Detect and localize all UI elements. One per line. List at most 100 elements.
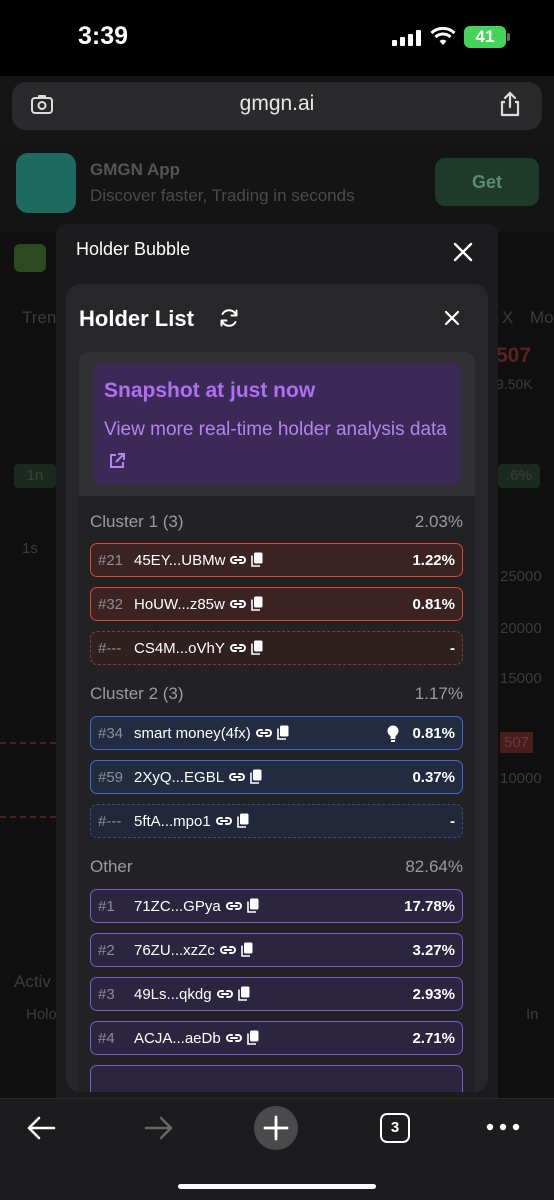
holder-address[interactable]: 49Ls...qkdg bbox=[134, 986, 250, 1003]
holder-percent: 0.37% bbox=[412, 769, 455, 786]
bg-volume: 9.50K bbox=[496, 376, 533, 392]
holder-percent: 0.81% bbox=[412, 596, 455, 613]
bg-interval-1s: 1s bbox=[22, 540, 38, 557]
bg-tab-trend: Tren bbox=[22, 308, 57, 327]
snapshot-card[interactable]: Snapshot at just now View more real-time… bbox=[93, 363, 461, 485]
link-icon[interactable] bbox=[215, 814, 232, 828]
holder-address-text[interactable]: 5ftA...mpo1 bbox=[134, 813, 211, 830]
link-icon[interactable] bbox=[225, 899, 242, 913]
link-icon[interactable] bbox=[225, 1031, 242, 1045]
tabs-button[interactable]: 3 bbox=[380, 1113, 410, 1143]
copy-icon[interactable] bbox=[251, 552, 263, 567]
cluster-name: Other bbox=[90, 857, 133, 876]
more-icon[interactable] bbox=[486, 1123, 520, 1131]
link-icon[interactable] bbox=[229, 641, 246, 655]
holder-row[interactable]: #21 45EY...UBMw 1.22% bbox=[90, 543, 463, 577]
holder-address-text[interactable]: smart money(4fx) bbox=[134, 725, 251, 742]
cluster-header: Cluster 2 (3) 1.17% bbox=[90, 684, 463, 708]
external-link-icon[interactable] bbox=[108, 452, 126, 470]
cluster-percent: 2.03% bbox=[414, 512, 463, 531]
copy-icon[interactable] bbox=[246, 898, 259, 913]
holder-rank: #1 bbox=[98, 898, 115, 915]
forward-icon[interactable] bbox=[144, 1115, 174, 1141]
cellular-signal-icon bbox=[392, 30, 422, 46]
cluster-header: Other 82.64% bbox=[90, 857, 463, 881]
link-icon[interactable] bbox=[219, 943, 236, 957]
holder-address[interactable]: HoUW...z85w bbox=[134, 596, 263, 613]
snapshot-link[interactable]: View more real-time holder analysis data bbox=[104, 413, 454, 479]
copy-icon[interactable] bbox=[241, 942, 253, 957]
close-icon[interactable] bbox=[452, 241, 474, 263]
holder-address[interactable]: CS4M...oVhY bbox=[134, 640, 263, 657]
close-icon[interactable] bbox=[443, 309, 461, 327]
holder-address[interactable]: 76ZU...xzZc bbox=[134, 942, 253, 959]
refresh-icon[interactable] bbox=[218, 307, 240, 329]
holder-address[interactable]: 45EY...UBMw bbox=[134, 552, 263, 569]
link-icon[interactable] bbox=[229, 770, 245, 784]
copy-icon[interactable] bbox=[246, 1030, 259, 1045]
holder-row[interactable]: #1 71ZC...GPya 17.78% bbox=[90, 889, 463, 923]
holder-address[interactable]: smart money(4fx) bbox=[134, 725, 289, 742]
bg-activity: Activ bbox=[14, 972, 51, 991]
holder-row[interactable]: #4 ACJA...aeDb 2.71% bbox=[90, 1021, 463, 1055]
holder-row[interactable]: #--- 5ftA...mpo1 - bbox=[90, 804, 463, 838]
bg-price: 507 bbox=[496, 344, 532, 367]
holder-address[interactable]: 5ftA...mpo1 bbox=[134, 813, 249, 830]
bg-chart-line bbox=[0, 742, 56, 744]
snapshot-title: Snapshot at just now bbox=[104, 379, 316, 402]
holder-row[interactable]: #2 76ZU...xzZc 3.27% bbox=[90, 933, 463, 967]
holder-address-text[interactable]: 2XyQ...EGBL bbox=[134, 769, 224, 786]
holder-address-text[interactable]: 45EY...UBMw bbox=[134, 552, 225, 569]
link-icon[interactable] bbox=[255, 726, 272, 740]
copy-icon[interactable] bbox=[251, 596, 263, 611]
copy-icon[interactable] bbox=[237, 986, 250, 1001]
link-icon[interactable] bbox=[230, 553, 247, 567]
bg-chart-line-2 bbox=[0, 816, 56, 818]
back-icon[interactable] bbox=[26, 1115, 56, 1141]
holder-rank: #4 bbox=[98, 1030, 115, 1047]
holder-row[interactable]: #59 2XyQ...EGBL 0.37% bbox=[90, 760, 463, 794]
status-time: 3:39 bbox=[78, 22, 129, 50]
snapshot-link-text[interactable]: View more real-time holder analysis data bbox=[104, 419, 447, 440]
holder-percent: 1.22% bbox=[412, 552, 455, 569]
holder-row[interactable]: #34 smart money(4fx) 0.81% bbox=[90, 716, 463, 750]
lightbulb-icon bbox=[387, 725, 399, 742]
holder-address[interactable]: ACJA...aeDb bbox=[134, 1030, 259, 1047]
holder-address-text[interactable]: 71ZC...GPya bbox=[134, 898, 221, 915]
bg-axis-1: 25000 bbox=[500, 568, 542, 585]
holder-address[interactable]: 2XyQ...EGBL bbox=[134, 769, 262, 786]
holder-row[interactable]: #32 HoUW...z85w 0.81% bbox=[90, 587, 463, 621]
new-tab-button[interactable] bbox=[254, 1106, 298, 1150]
holder-row[interactable]: #3 49Ls...qkdg 2.93% bbox=[90, 977, 463, 1011]
holder-address-text[interactable]: CS4M...oVhY bbox=[134, 640, 225, 657]
bg-axis-4: 507 bbox=[500, 732, 534, 753]
holder-rank: #32 bbox=[98, 596, 124, 613]
holder-address-text[interactable]: ACJA...aeDb bbox=[134, 1030, 221, 1047]
bg-axis-3: 15000 bbox=[500, 670, 542, 687]
link-icon[interactable] bbox=[229, 597, 246, 611]
status-bar: 3:39 41 bbox=[0, 0, 554, 76]
holder-percent: 2.93% bbox=[412, 986, 455, 1003]
holder-address-text[interactable]: 76ZU...xzZc bbox=[134, 942, 215, 959]
copy-icon[interactable] bbox=[236, 813, 249, 828]
tab-count: 3 bbox=[390, 1119, 400, 1136]
holder-address-text[interactable]: 49Ls...qkdg bbox=[134, 986, 212, 1003]
holder-row[interactable]: #--- CS4M...oVhY - bbox=[90, 631, 463, 665]
holder-row-partial[interactable] bbox=[90, 1065, 463, 1092]
url-text[interactable]: gmgn.ai bbox=[0, 92, 554, 116]
copy-icon[interactable] bbox=[276, 725, 289, 740]
copy-icon[interactable] bbox=[251, 640, 263, 655]
holder-address[interactable]: 71ZC...GPya bbox=[134, 898, 259, 915]
cluster-percent: 82.64% bbox=[405, 857, 463, 876]
bg-tab-mo: Mo bbox=[530, 308, 554, 327]
link-icon[interactable] bbox=[216, 987, 233, 1001]
copy-icon[interactable] bbox=[250, 769, 262, 784]
holder-rank: #--- bbox=[98, 640, 122, 657]
get-app-button[interactable]: Get bbox=[435, 158, 539, 206]
bg-in: In bbox=[526, 1006, 539, 1023]
wifi-icon bbox=[430, 27, 456, 45]
holder-address-text[interactable]: HoUW...z85w bbox=[134, 596, 225, 613]
share-icon[interactable] bbox=[498, 90, 522, 118]
holder-rank: #--- bbox=[98, 813, 122, 830]
holder-list: Snapshot at just now View more real-time… bbox=[79, 352, 475, 1092]
